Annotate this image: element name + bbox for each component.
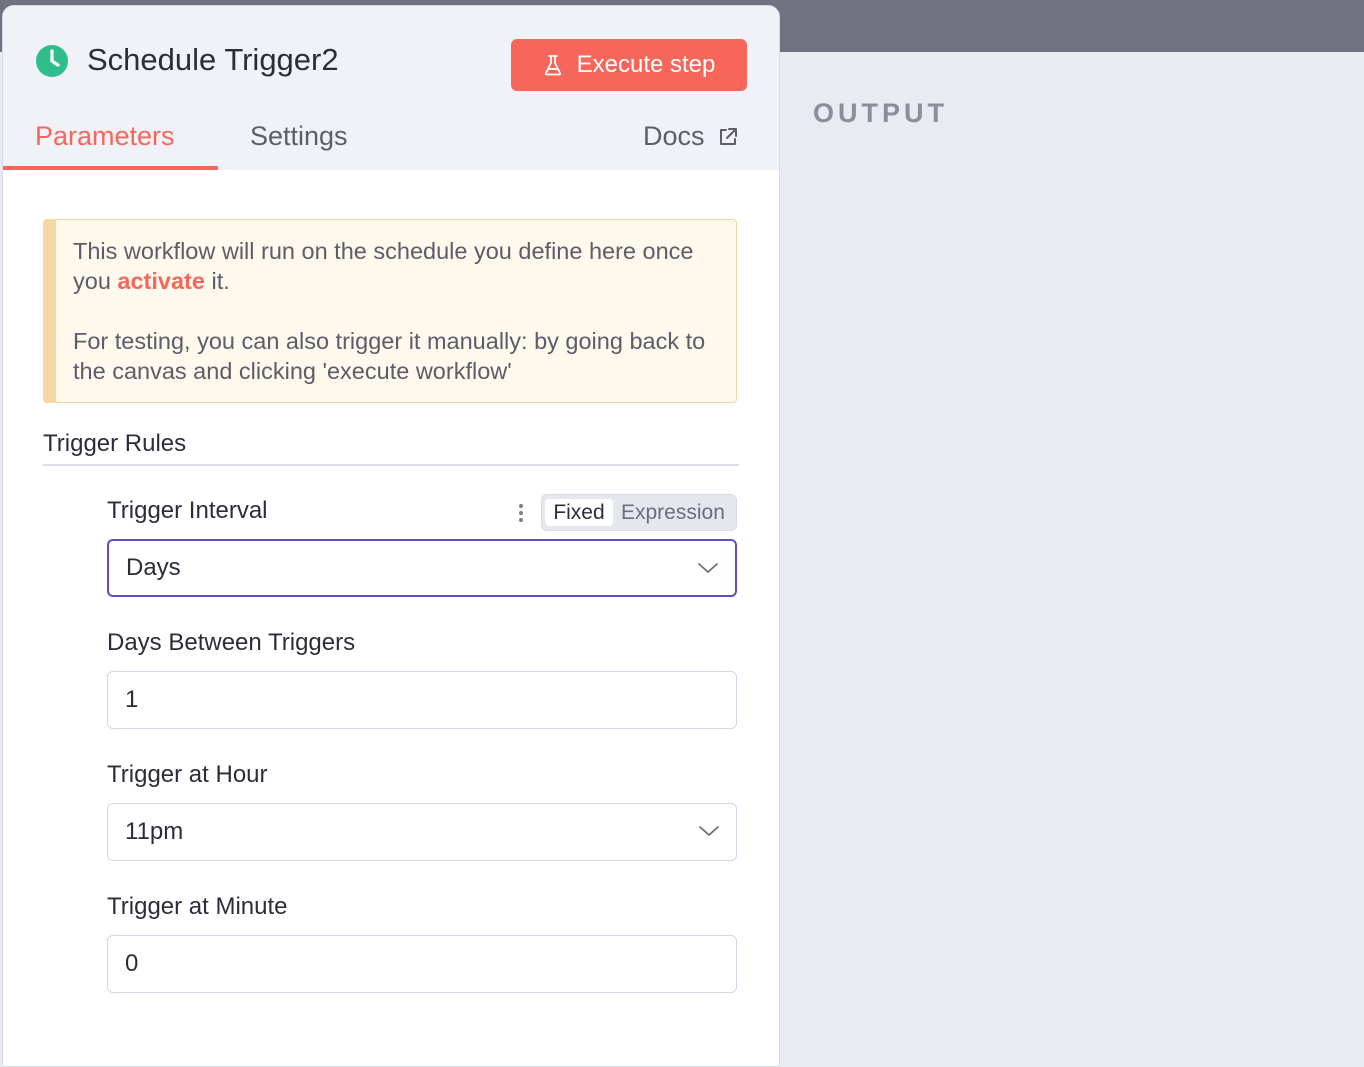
node-title[interactable]: Schedule Trigger2 <box>87 42 339 78</box>
days-between-triggers-input[interactable]: 1 <box>107 671 737 729</box>
execute-step-button[interactable]: Execute step <box>511 39 747 91</box>
trigger-interval-label: Trigger Interval <box>107 497 268 524</box>
activate-link[interactable]: activate <box>117 268 205 294</box>
external-link-icon <box>719 127 737 145</box>
active-tab-indicator <box>3 166 218 170</box>
trigger-hour-label: Trigger at Hour <box>107 761 268 788</box>
fixed-expression-toggle[interactable]: Fixed Expression <box>541 494 737 531</box>
trigger-minute-label: Trigger at Minute <box>107 893 288 920</box>
trigger-interval-select[interactable]: Days <box>107 539 737 597</box>
docs-label: Docs <box>643 121 705 151</box>
tab-parameters[interactable]: Parameters <box>35 121 175 152</box>
flask-icon <box>544 55 561 76</box>
node-parameters-panel: Schedule Trigger2 Execute step Parameter… <box>2 5 780 1067</box>
notice-text-1: This workflow will run on the schedule y… <box>73 236 713 296</box>
options-menu-icon[interactable] <box>517 502 525 526</box>
expression-option[interactable]: Expression <box>621 499 725 526</box>
section-divider <box>43 464 739 466</box>
output-title: OUTPUT <box>813 98 948 128</box>
trigger-minute-input[interactable]: 0 <box>107 935 737 993</box>
execute-step-label: Execute step <box>576 51 716 78</box>
output-pane <box>779 52 1364 1054</box>
docs-link[interactable]: Docs <box>643 121 739 152</box>
clock-icon <box>36 45 68 77</box>
notice-text-2: For testing, you can also trigger it man… <box>73 328 706 384</box>
schedule-notice: This workflow will run on the schedule y… <box>43 219 737 403</box>
notice-text-1-end: it. <box>204 268 230 294</box>
trigger-hour-value: 11pm <box>125 818 184 845</box>
trigger-rules-heading: Trigger Rules <box>43 430 187 457</box>
trigger-interval-value: Days <box>126 554 181 581</box>
fixed-option[interactable]: Fixed <box>545 499 613 526</box>
chevron-down-icon <box>699 826 719 836</box>
days-between-triggers-label: Days Between Triggers <box>107 629 356 656</box>
chevron-down-icon <box>698 563 718 573</box>
tab-settings[interactable]: Settings <box>250 121 348 152</box>
trigger-hour-select[interactable]: 11pm <box>107 803 737 861</box>
